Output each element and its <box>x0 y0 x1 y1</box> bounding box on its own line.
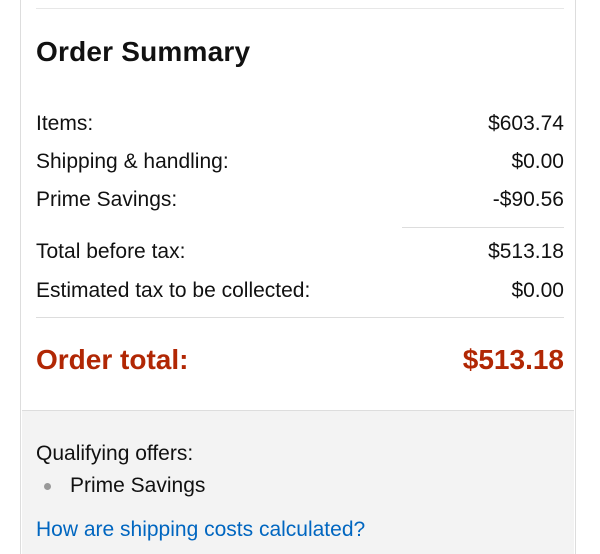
estimated-tax-value: $0.00 <box>511 279 564 302</box>
total-before-tax-label: Total before tax: <box>36 240 186 263</box>
items-label: Items: <box>36 112 94 135</box>
top-divider <box>36 8 564 9</box>
shipping-row: Shipping & handling: $0.00 <box>36 148 564 176</box>
total-divider <box>36 317 564 318</box>
qualifying-offers-label: Qualifying offers: <box>36 442 194 465</box>
offer-list-item: Prime Savings <box>36 474 205 498</box>
shipping-value: $0.00 <box>511 150 564 173</box>
bullet-icon <box>44 482 51 490</box>
order-total-value: $513.18 <box>462 344 564 375</box>
items-value: $603.74 <box>488 112 564 135</box>
prime-savings-value: -$90.56 <box>492 188 564 211</box>
prime-savings-row: Prime Savings: -$90.56 <box>36 186 564 214</box>
order-total-label: Order total: <box>36 344 189 375</box>
estimated-tax-row: Estimated tax to be collected: $0.00 <box>36 277 564 305</box>
offer-label: Prime Savings <box>70 474 206 497</box>
prime-savings-label: Prime Savings: <box>36 188 178 211</box>
items-row: Items: $603.74 <box>36 110 564 138</box>
shipping-costs-link[interactable]: How are shipping costs calculated? <box>36 518 365 542</box>
order-summary-title: Order Summary <box>36 36 251 67</box>
total-before-tax-row: Total before tax: $513.18 <box>36 238 564 266</box>
subtotal-divider <box>402 227 564 228</box>
order-summary-page: Order Summary Items: $603.74 Shipping & … <box>0 0 600 554</box>
order-total-row: Order total: $513.18 <box>36 340 564 380</box>
shipping-label: Shipping & handling: <box>36 150 229 173</box>
estimated-tax-label: Estimated tax to be collected: <box>36 279 311 302</box>
total-before-tax-value: $513.18 <box>488 240 564 263</box>
